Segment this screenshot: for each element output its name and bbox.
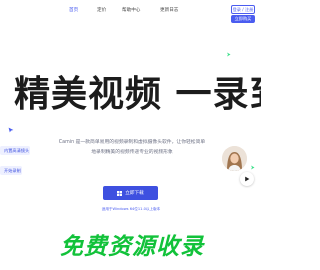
nav-changelog[interactable]: 更新日志: [160, 7, 178, 13]
buy-now-button[interactable]: 立即购买: [231, 15, 255, 23]
nav-pricing[interactable]: 定价: [97, 7, 106, 13]
watermark: 免费资源收录: [60, 234, 204, 260]
page: 首页 定价 帮助中心 更新日志 登录 / 注册 立即购买 精美视频 一录到位 内…: [0, 0, 261, 270]
avatar: [222, 146, 247, 171]
login-register-button[interactable]: 登录 / 注册: [231, 5, 255, 14]
sparkle-icon: [251, 165, 255, 170]
avatar-portrait-icon: [222, 146, 247, 171]
play-icon: [245, 176, 250, 182]
download-label: 立即下载: [125, 191, 144, 196]
system-requirement-note: 适用于Windows 64位11.0以上版本: [101, 207, 161, 211]
nav-home[interactable]: 首页: [69, 7, 78, 13]
download-button[interactable]: 立即下载: [103, 186, 158, 200]
windows-icon: [117, 190, 123, 196]
play-button[interactable]: [240, 172, 254, 186]
cursor-icon: [8, 127, 14, 133]
sparkle-icon: [227, 52, 231, 57]
hero-description: Camin 是一款简单易用的视频录制和虚拟摄像头软件，让你轻松简单地录制精美的视…: [58, 140, 206, 155]
nav-help-center[interactable]: 帮助中心: [122, 7, 140, 13]
camera-card: 内置高清镜头: [0, 146, 30, 155]
start-recording-card: 开始录制: [0, 166, 22, 175]
hero-headline: 精美视频 一录到位: [14, 74, 261, 115]
